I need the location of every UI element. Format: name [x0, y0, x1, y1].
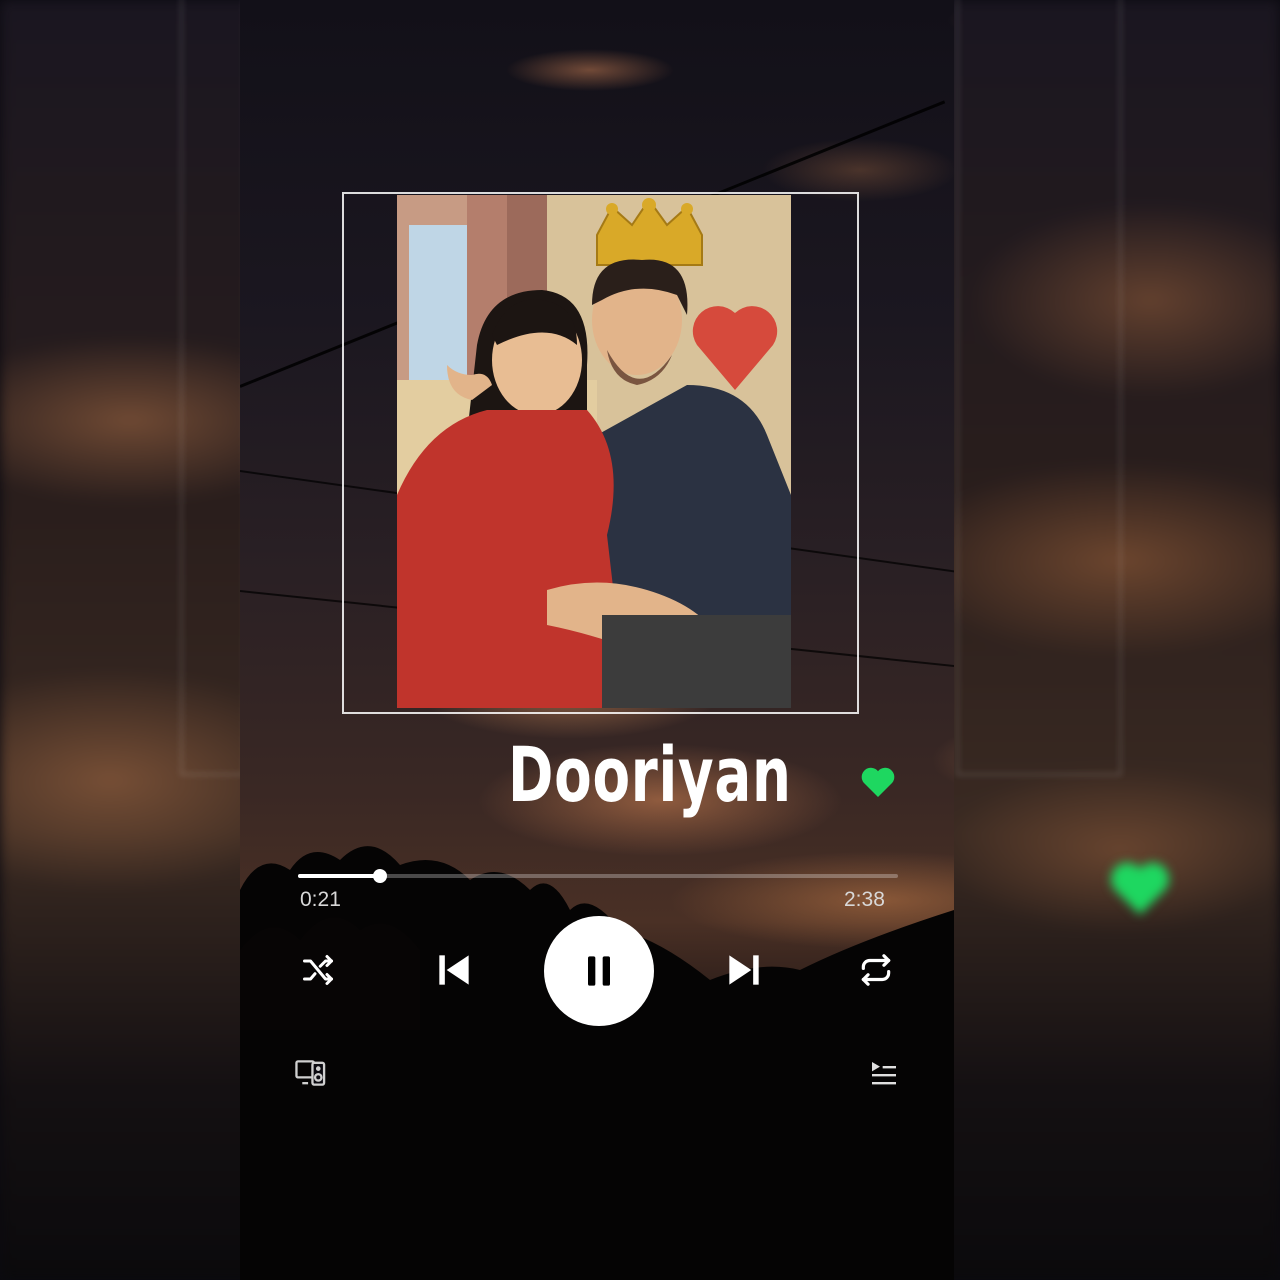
blurred-art-frame-left [180, 0, 246, 776]
skip-previous-icon [439, 955, 469, 985]
next-button[interactable] [720, 946, 768, 994]
skip-next-icon [729, 955, 759, 985]
progress-fill [298, 874, 381, 878]
liked-heart-icon[interactable] [860, 765, 896, 799]
shuffle-button[interactable] [296, 950, 340, 990]
connect-devices-button[interactable] [290, 1054, 332, 1092]
elapsed-time: 0:21 [300, 888, 341, 911]
connect-devices-icon [295, 1060, 326, 1086]
progress-bar[interactable] [298, 869, 898, 883]
song-title: Dooriyan [508, 730, 792, 819]
blurred-art-frame-right [956, 0, 1122, 776]
total-duration: 2:38 [844, 888, 885, 911]
queue-button[interactable] [864, 1056, 904, 1092]
repeat-icon [861, 954, 891, 986]
blurred-heart-icon [1111, 862, 1169, 915]
previous-button[interactable] [430, 946, 478, 994]
shuffle-icon [303, 955, 333, 985]
pause-button[interactable] [544, 916, 654, 1026]
repeat-button[interactable] [854, 950, 898, 990]
pause-icon [588, 956, 610, 986]
album-art [397, 195, 791, 708]
queue-icon [872, 1062, 896, 1085]
